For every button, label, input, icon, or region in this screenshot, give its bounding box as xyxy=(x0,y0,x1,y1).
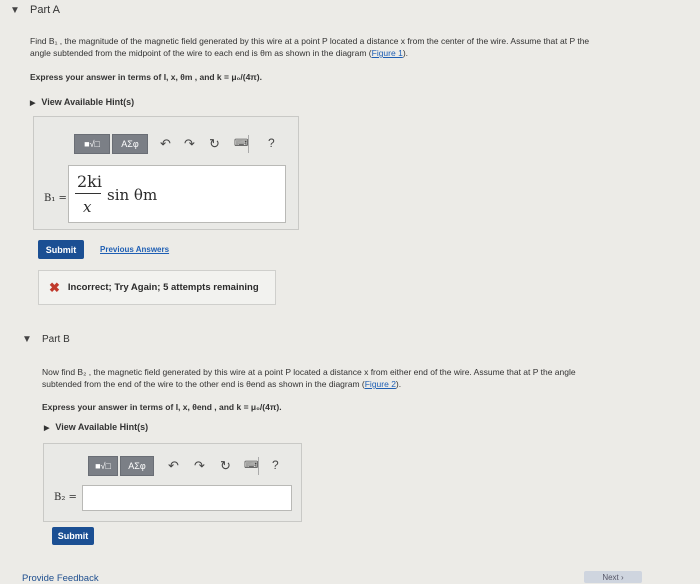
templates-button[interactable]: ■√□ xyxy=(74,134,110,154)
part-a-submit-button[interactable]: Submit xyxy=(38,240,84,259)
toolbar-divider xyxy=(248,135,249,153)
part-a-prompt: Find B₁ , the magnitude of the magnetic … xyxy=(30,35,670,59)
part-b-prompt: Now find B₂ , the magnetic field generat… xyxy=(42,366,642,390)
part-a-prompt-line1: Find B₁ , the magnitude of the magnetic … xyxy=(30,36,590,46)
part-a-prompt-line2: angle subtended from the midpoint of the… xyxy=(30,47,670,59)
keyboard-icon[interactable]: ⌨ xyxy=(244,460,258,471)
answer-numerator: 2ki xyxy=(77,172,102,191)
redo-icon[interactable]: ↷ xyxy=(184,136,195,152)
part-a-hint-toggle[interactable]: ▶ View Available Hint(s) xyxy=(30,97,134,107)
figure-1-link[interactable]: Figure 1 xyxy=(372,48,403,58)
caret-right-icon: ▶ xyxy=(30,100,36,107)
part-b-answer-panel: ■√□ AΣφ ↶ ↷ ↻ ⌨ ? B₂ = xyxy=(43,443,302,522)
part-a-answer-label: B₁ = xyxy=(44,193,67,204)
part-b-toolbar: ■√□ AΣφ xyxy=(88,456,154,476)
part-b-express: Express your answer in terms of I, x, θe… xyxy=(42,402,282,412)
part-a-answer-panel: ■√□ AΣφ ↶ ↷ ↻ ⌨ ? B₁ = 2ki x sin θm xyxy=(33,116,299,230)
part-b-submit-button[interactable]: Submit xyxy=(52,527,94,545)
redo-icon[interactable]: ↷ xyxy=(194,458,205,474)
answer-trailing-term: sin θm xyxy=(107,186,158,204)
part-b-hint-label: View Available Hint(s) xyxy=(55,422,149,432)
part-a-collapse-icon[interactable]: ▼ xyxy=(10,5,20,16)
previous-answers-link[interactable]: Previous Answers xyxy=(100,245,169,254)
provide-feedback-link[interactable]: Provide Feedback xyxy=(22,573,99,584)
part-b-prompt-line2: subtended from the end of the wire to th… xyxy=(42,378,642,390)
part-a-toolbar: ■√□ AΣφ xyxy=(74,134,148,154)
undo-icon[interactable]: ↶ xyxy=(168,458,179,474)
templates-button[interactable]: ■√□ xyxy=(88,456,118,476)
part-a-title: Part A xyxy=(30,4,60,16)
part-b-prompt-line1: Now find B₂ , the magnetic field generat… xyxy=(42,367,576,377)
reset-icon[interactable]: ↻ xyxy=(220,458,231,474)
next-button[interactable]: Next › xyxy=(584,571,642,583)
part-b-hint-toggle[interactable]: ▶ View Available Hint(s) xyxy=(44,422,148,432)
part-a-answer-input[interactable]: 2ki x sin θm xyxy=(68,165,286,223)
greek-button[interactable]: AΣφ xyxy=(112,134,148,154)
part-b-prompt-end: ). xyxy=(395,379,402,389)
help-button[interactable]: ? xyxy=(268,136,275,150)
part-a-express: Express your answer in terms of I, x, θm… xyxy=(30,72,262,82)
reset-icon[interactable]: ↻ xyxy=(209,136,220,152)
part-a-prompt-end: ). xyxy=(402,48,409,58)
feedback-text: Incorrect; Try Again; 5 attempts remaini… xyxy=(67,282,259,293)
greek-button[interactable]: AΣφ xyxy=(120,456,154,476)
part-b-prompt-text: subtended from the end of the wire to th… xyxy=(42,379,365,389)
toolbar-divider xyxy=(258,457,259,475)
answer-denominator: x xyxy=(83,198,92,216)
x-mark-icon: ✖ xyxy=(49,279,60,295)
part-a-hint-label: View Available Hint(s) xyxy=(41,97,135,107)
fraction-bar xyxy=(75,193,101,194)
part-a-prompt-text: angle subtended from the midpoint of the… xyxy=(30,48,372,58)
help-button[interactable]: ? xyxy=(272,458,279,472)
part-b-collapse-icon[interactable]: ▼ xyxy=(22,334,32,345)
undo-icon[interactable]: ↶ xyxy=(160,136,171,152)
figure-2-link[interactable]: Figure 2 xyxy=(365,379,396,389)
part-b-answer-input[interactable] xyxy=(82,485,292,511)
part-a-feedback: ✖ Incorrect; Try Again; 5 attempts remai… xyxy=(38,270,276,305)
keyboard-icon[interactable]: ⌨ xyxy=(234,138,248,149)
part-b-title: Part B xyxy=(42,334,70,345)
part-b-answer-label: B₂ = xyxy=(54,492,77,503)
caret-right-icon: ▶ xyxy=(44,425,50,432)
